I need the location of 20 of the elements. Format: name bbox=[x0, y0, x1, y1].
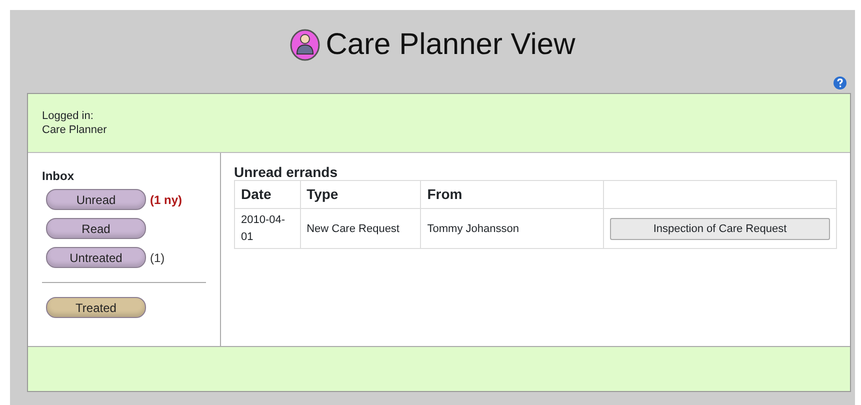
inbox-button[interactable]: Treated bbox=[46, 297, 146, 318]
inspection-button[interactable]: Inspection of Care Request bbox=[610, 218, 830, 240]
inbox-button[interactable]: Unread bbox=[46, 189, 146, 210]
table-cell: 2010-04-01 bbox=[234, 208, 300, 249]
login-label: Logged in: bbox=[42, 109, 94, 124]
table-cell: New Care Request bbox=[300, 208, 421, 249]
section-heading: Unread errands bbox=[234, 165, 338, 180]
column-header: Type bbox=[300, 180, 421, 209]
inbox-button[interactable]: Read bbox=[46, 218, 146, 239]
page-title: Care Planner View bbox=[326, 30, 576, 60]
inbox-button[interactable]: Untreated bbox=[46, 247, 146, 268]
inbox-heading: Inbox bbox=[42, 168, 75, 185]
help-icon[interactable] bbox=[833, 76, 847, 90]
column-header: From bbox=[420, 180, 604, 209]
message-count: (1 ny) bbox=[150, 192, 182, 208]
person-icon bbox=[290, 29, 320, 61]
user-name: Care Planner bbox=[42, 123, 108, 138]
table-cell: Tommy Johansson bbox=[420, 208, 604, 249]
message-count: (1) bbox=[150, 250, 165, 266]
column-header: Date bbox=[234, 180, 300, 209]
